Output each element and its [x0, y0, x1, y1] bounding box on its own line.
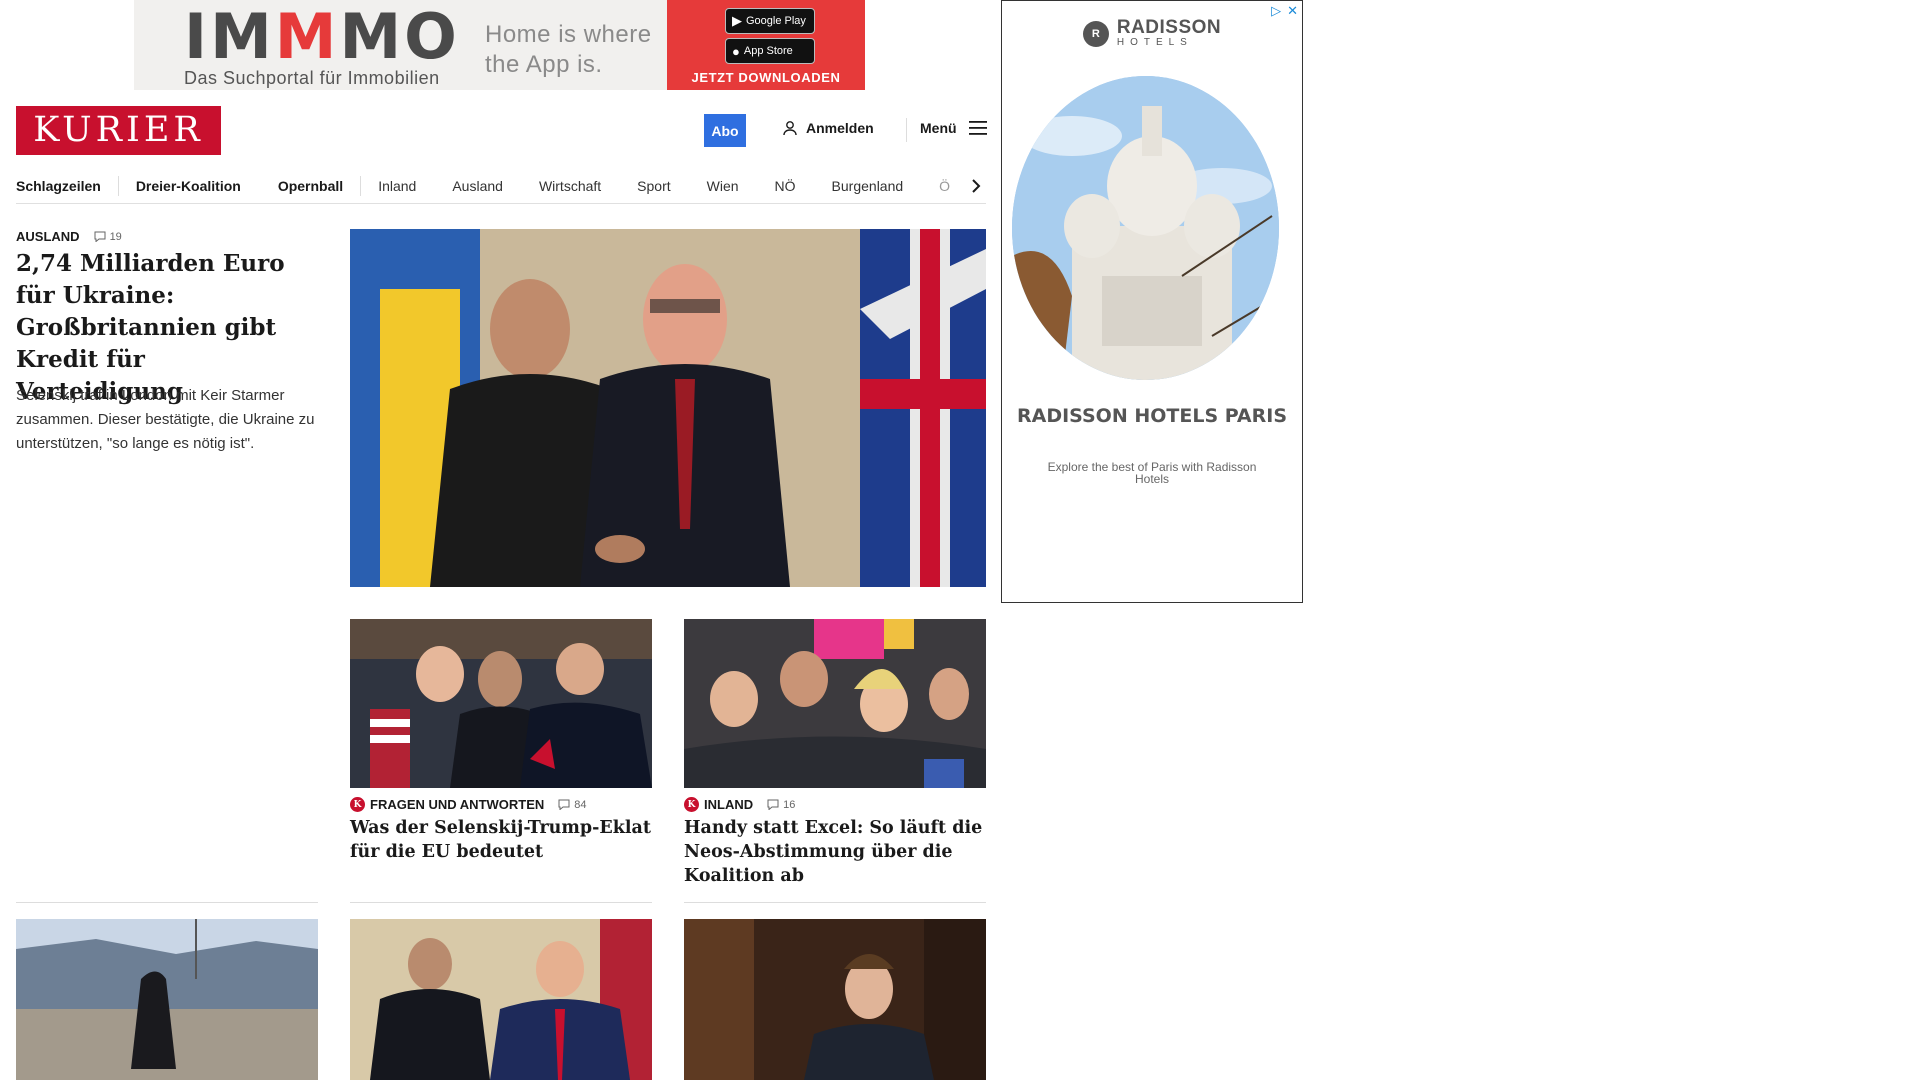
oval-office-photo	[350, 919, 652, 1080]
app-store-badge[interactable]: ● App Store	[725, 38, 815, 64]
tagline-line-2: the App is.	[485, 51, 603, 78]
radisson-brand: RADISSON	[1116, 17, 1222, 38]
adchoices-icon[interactable]: ▷	[1271, 3, 1281, 19]
portrait-photo	[684, 919, 986, 1080]
header-divider	[906, 118, 907, 142]
lead-article-image[interactable]	[350, 229, 986, 587]
radisson-logo: R RADISSON HOTELS	[1002, 17, 1302, 48]
immmo-logo-area: IMMMO Das Suchportal für Immobilien	[134, 0, 469, 90]
card-2-divider	[684, 902, 986, 903]
immmo-subtitle: Das Suchportal für Immobilien	[184, 68, 440, 88]
sacre-coeur-image	[1012, 76, 1279, 380]
lead-comment-count[interactable]: 19	[94, 231, 122, 243]
comment-icon	[558, 799, 570, 810]
menu-label: Menü	[920, 120, 957, 136]
kurier-plus-icon: K	[684, 797, 699, 812]
card-5-image[interactable]	[684, 919, 986, 1080]
radisson-description: Explore the best of Paris with Radisson …	[1047, 460, 1257, 486]
nav-wirtschaft[interactable]: Wirtschaft	[539, 178, 601, 194]
nav-dreier-koalition[interactable]: Dreier-Koalition	[136, 178, 241, 194]
card-1-headline[interactable]: Was der Selenskij-Trump-Eklat für die EU…	[350, 816, 652, 864]
user-icon	[783, 121, 797, 136]
nav-noe[interactable]: NÖ	[775, 178, 796, 194]
kurier-logo[interactable]: KURIER	[16, 106, 221, 155]
card-2-comment-count[interactable]: 16	[767, 799, 795, 811]
neos-selfie-photo	[684, 619, 986, 788]
top-banner-ad[interactable]: IMMMO Das Suchportal für Immobilien Home…	[134, 0, 865, 90]
download-cta[interactable]: JETZT DOWNLOADEN	[667, 70, 865, 85]
download-panel[interactable]: ▶ Google Play ● App Store JETZT DOWNLOADEN	[667, 0, 865, 90]
google-play-badge[interactable]: ▶ Google Play	[725, 8, 815, 34]
card-1-kicker: K FRAGEN UND ANTWORTEN 84	[350, 797, 587, 812]
ad-choices[interactable]: ▷ ✕	[1271, 3, 1298, 19]
play-icon: ▶	[732, 13, 742, 28]
comment-icon	[94, 231, 106, 242]
lead-category[interactable]: AUSLAND	[16, 229, 80, 244]
zelensky-starmer-photo	[350, 229, 986, 587]
card-2-category[interactable]: INLAND	[704, 797, 753, 812]
nav-schlagzeilen[interactable]: Schlagzeilen	[16, 178, 101, 194]
immmo-logo: IMMMO	[184, 0, 460, 73]
section-nav: Schlagzeilen Dreier-Koalition Opernball …	[16, 168, 986, 204]
card-1-category[interactable]: FRAGEN UND ANTWORTEN	[370, 797, 544, 812]
card-2-kicker: K INLAND 16	[684, 797, 795, 812]
tagline-line-1: Home is where	[485, 21, 652, 48]
nav-burgenland[interactable]: Burgenland	[832, 178, 904, 194]
radisson-ad[interactable]: ▷ ✕ R RADISSON HOTELS RADISSON HOTELS PA…	[1001, 0, 1303, 603]
card-1-comment-count[interactable]: 84	[558, 799, 587, 811]
hamburger-icon	[968, 121, 987, 135]
card-3-image[interactable]	[16, 919, 318, 1080]
card-2-image[interactable]	[684, 619, 986, 788]
radisson-brand-sub: HOTELS	[1116, 37, 1193, 48]
immmo-tagline: Home is where the App is.	[469, 0, 667, 90]
sacre-coeur-illustration	[1012, 76, 1279, 380]
login-button[interactable]: Anmelden	[782, 120, 874, 136]
nav-inland[interactable]: Inland	[378, 178, 416, 194]
card-4-image[interactable]	[350, 919, 652, 1080]
card-1-image[interactable]	[350, 619, 652, 788]
nav-sport[interactable]: Sport	[637, 178, 670, 194]
nav-divider	[360, 176, 362, 196]
login-label: Anmelden	[806, 120, 874, 136]
refugee-camp-photo	[16, 919, 318, 1080]
card-1-divider	[350, 902, 652, 903]
nav-divider	[117, 176, 119, 196]
comment-icon	[767, 799, 779, 810]
nav-scroll-right[interactable]	[966, 168, 986, 204]
nav-underline	[16, 203, 986, 204]
radisson-headline[interactable]: RADISSON HOTELS PARIS	[1002, 406, 1302, 427]
left-column-divider	[16, 902, 318, 903]
menu-button[interactable]: Menü	[920, 120, 987, 136]
nav-opernball[interactable]: Opernball	[278, 178, 343, 194]
nav-oe-truncated[interactable]: Ö	[939, 178, 950, 194]
radisson-mark-icon: R	[1082, 20, 1109, 47]
lead-teaser[interactable]: Selenskij traf in London mit Keir Starme…	[16, 384, 316, 456]
chevron-right-icon	[972, 179, 981, 193]
lead-kicker: AUSLAND 19	[16, 229, 122, 244]
abo-button[interactable]: Abo	[704, 114, 746, 147]
close-icon[interactable]: ✕	[1287, 3, 1298, 19]
apple-icon: ●	[732, 43, 740, 59]
selenskij-trump-photo	[350, 619, 652, 788]
nav-wien[interactable]: Wien	[707, 178, 739, 194]
card-2-headline[interactable]: Handy statt Excel: So läuft die Neos-Abs…	[684, 816, 986, 888]
nav-ausland[interactable]: Ausland	[452, 178, 503, 194]
kurier-plus-icon: K	[350, 797, 365, 812]
